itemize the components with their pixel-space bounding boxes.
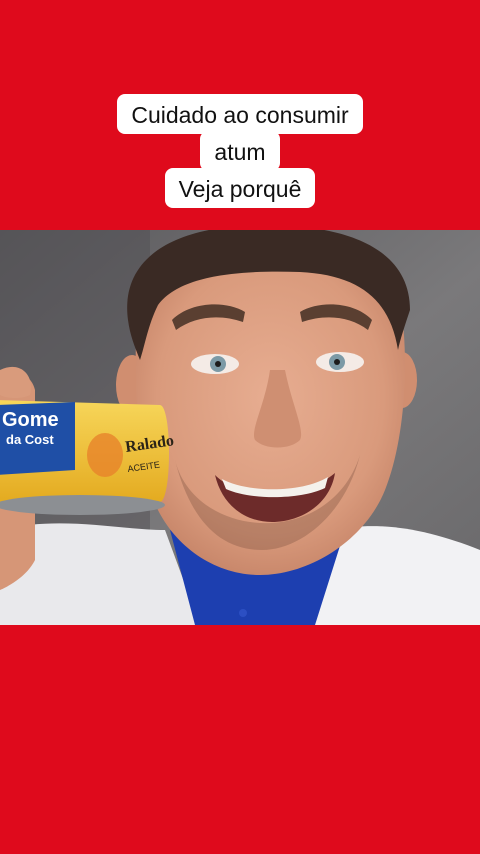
can-brand: Gome [2,409,59,431]
can-food-image [87,433,123,477]
scene: Gome da Cost Ralado ACEITE [0,230,480,625]
caption-line-2: atum [200,131,280,171]
can-brand-sub: da Cost [6,432,54,447]
caption-line-3: Veja porquê [164,168,316,208]
caption-line-1: Cuidado ao consumir [117,94,363,134]
video-frame: Gome da Cost Ralado ACEITE [0,230,480,625]
shirt-button [239,609,247,617]
tuna-can: Gome da Cost Ralado ACEITE [0,400,175,515]
caption: Cuidado ao consumir atum Veja porquê [0,94,480,208]
